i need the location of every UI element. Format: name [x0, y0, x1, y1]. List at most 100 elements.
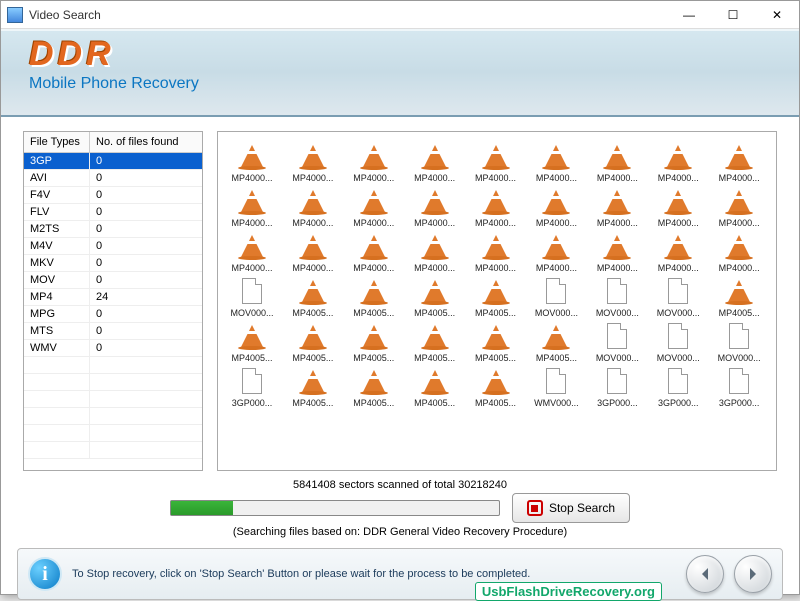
cell-type: MOV	[24, 272, 90, 288]
file-thumb[interactable]: MOV000...	[224, 275, 280, 318]
table-row[interactable]: FLV0	[24, 204, 202, 221]
minimize-button[interactable]: —	[667, 1, 711, 29]
table-row[interactable]: AVI0	[24, 170, 202, 187]
cell-type: 3GP	[24, 153, 90, 169]
file-thumb[interactable]: MOV000...	[528, 275, 584, 318]
progress-fill	[171, 501, 233, 515]
file-thumb[interactable]: MOV000...	[589, 275, 645, 318]
cell-type: MTS	[24, 323, 90, 339]
vlc-cone-icon	[302, 190, 324, 212]
titlebar: Video Search — ☐ ✕	[1, 1, 799, 29]
file-thumb[interactable]: MP4005...	[468, 275, 524, 318]
file-thumb[interactable]: MP4005...	[346, 365, 402, 408]
file-thumb[interactable]: MP4000...	[650, 140, 706, 183]
vlc-cone-icon	[545, 235, 567, 257]
file-label: MP4005...	[286, 308, 340, 318]
file-thumb[interactable]: MP4000...	[346, 230, 402, 273]
cell-count: 24	[90, 289, 202, 305]
file-thumb[interactable]: MP4000...	[711, 185, 767, 228]
maximize-button[interactable]: ☐	[711, 1, 755, 29]
file-thumb[interactable]: MP4005...	[285, 365, 341, 408]
file-icon	[668, 323, 688, 349]
forward-button[interactable]	[734, 555, 772, 593]
table-row[interactable]: MKV0	[24, 255, 202, 272]
file-thumb[interactable]: MP4005...	[468, 320, 524, 363]
vlc-cone-icon	[424, 190, 446, 212]
file-thumb[interactable]: MP4005...	[407, 275, 463, 318]
vlc-cone-icon	[302, 325, 324, 347]
file-thumb[interactable]: MP4000...	[528, 230, 584, 273]
file-icon	[668, 368, 688, 394]
logo-text: DDR	[29, 37, 771, 71]
file-label: MP4000...	[286, 218, 340, 228]
file-label: MP4000...	[712, 173, 766, 183]
file-label: MP4000...	[225, 218, 279, 228]
file-thumb[interactable]: MP4005...	[407, 320, 463, 363]
file-thumb[interactable]: MP4000...	[346, 140, 402, 183]
file-thumb[interactable]: MOV000...	[589, 320, 645, 363]
vlc-cone-icon	[485, 190, 507, 212]
table-row[interactable]: MP424	[24, 289, 202, 306]
file-thumb[interactable]: MP4005...	[224, 320, 280, 363]
file-thumb[interactable]: MP4000...	[285, 185, 341, 228]
file-thumb[interactable]: 3GP000...	[711, 365, 767, 408]
file-thumb[interactable]: MP4005...	[407, 365, 463, 408]
table-row	[24, 357, 202, 374]
back-button[interactable]	[686, 555, 724, 593]
file-label: MP4000...	[225, 263, 279, 273]
file-thumb[interactable]: 3GP000...	[589, 365, 645, 408]
file-thumb[interactable]: MP4005...	[346, 320, 402, 363]
file-thumb[interactable]: MP4000...	[711, 140, 767, 183]
table-row[interactable]: M2TS0	[24, 221, 202, 238]
file-thumb[interactable]: MOV000...	[650, 275, 706, 318]
file-thumb[interactable]: MP4000...	[468, 230, 524, 273]
vlc-cone-icon	[363, 145, 385, 167]
file-thumb[interactable]: MP4005...	[285, 275, 341, 318]
file-thumb[interactable]: MP4000...	[346, 185, 402, 228]
chevron-right-icon	[745, 566, 761, 582]
file-label: MP4000...	[529, 218, 583, 228]
file-thumb[interactable]: MP4005...	[528, 320, 584, 363]
file-thumb[interactable]: MP4000...	[650, 185, 706, 228]
file-thumb[interactable]: MP4000...	[711, 230, 767, 273]
file-types-table[interactable]: File Types No. of files found 3GP0AVI0F4…	[23, 131, 203, 471]
file-label: MP4000...	[469, 263, 523, 273]
file-thumb[interactable]: MP4000...	[224, 185, 280, 228]
file-thumb[interactable]: MP4000...	[224, 140, 280, 183]
file-thumb[interactable]: WMV000...	[528, 365, 584, 408]
file-thumb[interactable]: MP4000...	[650, 230, 706, 273]
table-row[interactable]: WMV0	[24, 340, 202, 357]
table-row[interactable]: 3GP0	[24, 153, 202, 170]
table-row[interactable]: MPG0	[24, 306, 202, 323]
results-panel[interactable]: MP4000...MP4000...MP4000...MP4000...MP40…	[217, 131, 777, 471]
file-thumb[interactable]: MOV000...	[650, 320, 706, 363]
file-thumb[interactable]: MP4000...	[528, 185, 584, 228]
close-button[interactable]: ✕	[755, 1, 799, 29]
table-row[interactable]: F4V0	[24, 187, 202, 204]
file-thumb[interactable]: MP4000...	[468, 140, 524, 183]
file-thumb[interactable]: MP4005...	[468, 365, 524, 408]
file-thumb[interactable]: MP4000...	[407, 230, 463, 273]
file-thumb[interactable]: MP4000...	[407, 185, 463, 228]
file-thumb[interactable]: MP4000...	[589, 230, 645, 273]
file-thumb[interactable]: MP4000...	[589, 185, 645, 228]
file-thumb[interactable]: MP4000...	[468, 185, 524, 228]
file-thumb[interactable]: MP4000...	[589, 140, 645, 183]
table-row[interactable]: MTS0	[24, 323, 202, 340]
file-thumb[interactable]: MP4005...	[346, 275, 402, 318]
file-thumb[interactable]: 3GP000...	[650, 365, 706, 408]
file-thumb[interactable]: MP4000...	[528, 140, 584, 183]
file-thumb[interactable]: MOV000...	[711, 320, 767, 363]
file-thumb[interactable]: MP4000...	[407, 140, 463, 183]
stop-search-button[interactable]: Stop Search	[512, 493, 630, 523]
file-label: MP4005...	[408, 353, 462, 363]
table-row[interactable]: M4V0	[24, 238, 202, 255]
file-thumb[interactable]: 3GP000...	[224, 365, 280, 408]
table-row	[24, 374, 202, 391]
file-thumb[interactable]: MP4000...	[224, 230, 280, 273]
table-row[interactable]: MOV0	[24, 272, 202, 289]
file-thumb[interactable]: MP4005...	[285, 320, 341, 363]
file-thumb[interactable]: MP4000...	[285, 140, 341, 183]
file-thumb[interactable]: MP4000...	[285, 230, 341, 273]
file-thumb[interactable]: MP4005...	[711, 275, 767, 318]
